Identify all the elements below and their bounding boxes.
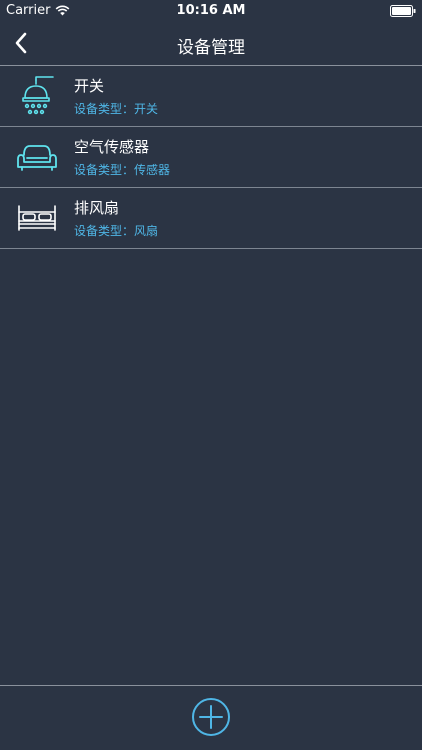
device-type: 设备类型： 开关 bbox=[74, 100, 158, 117]
list-item[interactable]: 排风扇 设备类型： 风扇 bbox=[0, 188, 422, 249]
device-type-label: 设备类型： bbox=[74, 224, 135, 238]
device-type: 设备类型： 传感器 bbox=[74, 161, 170, 178]
device-type-label: 设备类型： bbox=[74, 163, 135, 177]
device-name: 开关 bbox=[74, 77, 105, 95]
sofa-icon bbox=[17, 145, 57, 171]
plus-icon bbox=[192, 698, 230, 736]
bed-icon bbox=[18, 205, 56, 231]
device-type-value: 风扇 bbox=[134, 224, 159, 238]
device-type: 设备类型： 风扇 bbox=[74, 222, 158, 239]
device-type-value: 传感器 bbox=[134, 163, 171, 177]
shower-lamp-icon bbox=[22, 76, 54, 115]
status-time: 10:16 AM bbox=[176, 3, 246, 18]
status-bar: Carrier 10:16 AM bbox=[0, 0, 422, 22]
device-name: 空气传感器 bbox=[74, 138, 150, 156]
device-list: 开关 设备类型： 开关 空气传感器 设备类型： 传感器 排风扇 设备类型： 风扇 bbox=[0, 66, 422, 249]
device-name: 排风扇 bbox=[74, 199, 120, 217]
device-type-value: 开关 bbox=[134, 102, 159, 116]
navigation-bar: 设备管理 bbox=[0, 22, 422, 65]
page-title: 设备管理 bbox=[177, 38, 245, 58]
list-item[interactable]: 空气传感器 设备类型： 传感器 bbox=[0, 127, 422, 188]
battery-icon bbox=[390, 5, 416, 17]
divider bbox=[0, 685, 422, 686]
add-device-button[interactable] bbox=[191, 697, 231, 737]
list-item[interactable]: 开关 设备类型： 开关 bbox=[0, 66, 422, 127]
device-type-label: 设备类型： bbox=[74, 102, 135, 116]
